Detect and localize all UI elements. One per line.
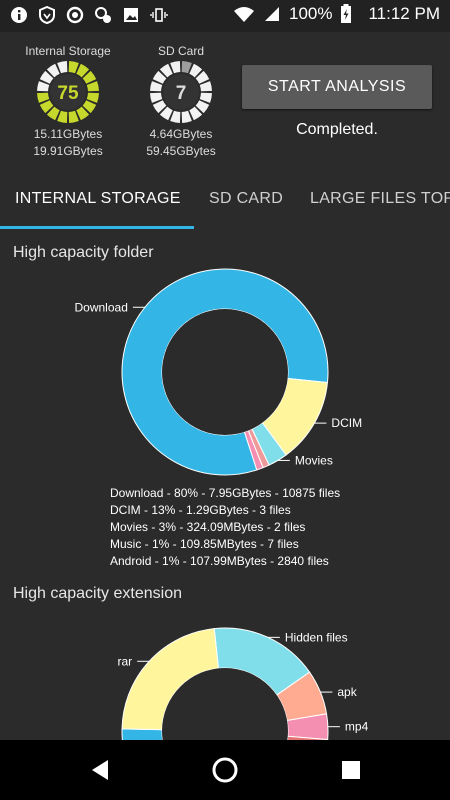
info-icon: [11, 7, 27, 23]
sd-gauge-segment: [181, 110, 192, 123]
active-tab-indicator: [0, 226, 194, 229]
internal-storage-title: Internal Storage: [25, 44, 111, 58]
legend-item: Movies - 3% - 324.09MBytes - 2 files: [110, 520, 306, 534]
clock: 11:12 PM: [368, 4, 440, 23]
internal-total: 19.91GBytes: [33, 144, 103, 158]
extension-chart-slice-label: rar: [118, 654, 133, 668]
sd-used: 4.64GBytes: [149, 127, 213, 141]
home-icon[interactable]: [211, 756, 239, 784]
extension-chart-slice-label: apk: [337, 685, 357, 699]
sd-gauge-value: 7: [176, 83, 187, 104]
image-icon: [124, 8, 138, 22]
battery-percent: 100%: [289, 4, 333, 23]
shield-icon: [39, 6, 55, 24]
battery-charging-icon: [341, 4, 352, 23]
tab-large-files-top[interactable]: LARGE FILES TOP: [310, 175, 450, 225]
sd-gauge-segment: [150, 81, 163, 92]
internal-gauge-segment: [57, 110, 68, 123]
notification-icons: [10, 6, 168, 24]
status-bar: 100% 11:12 PM: [0, 0, 450, 32]
sd-gauge-segment: [199, 81, 212, 92]
internal-gauge-segment: [68, 110, 79, 123]
signal-icon: [265, 7, 279, 21]
internal-storage-meter: Internal Storage 75 15.11GBytes 19.91GBy…: [20, 44, 116, 160]
legend-item: Download - 80% - 7.95GBytes - 10875 file…: [110, 486, 341, 500]
folder-section-title: High capacity folder: [13, 244, 154, 261]
legend-item: Music - 1% - 109.85MBytes - 7 files: [110, 537, 299, 551]
sd-gauge-segment: [150, 92, 163, 103]
sd-gauge-segment: [170, 61, 181, 74]
internal-gauge-segment: [86, 92, 99, 103]
folder-chart-slice-label: DCIM: [331, 416, 362, 430]
settings-cog-icon: [95, 7, 111, 23]
back-icon[interactable]: [88, 758, 112, 782]
sd-gauge-segment: [170, 110, 181, 123]
extension-donut-chart: Hidden filesapkmp4Othersrar: [118, 627, 369, 740]
internal-used: 15.11GBytes: [33, 127, 103, 141]
tab-sd-card[interactable]: SD CARD: [209, 175, 283, 225]
start-analysis-button[interactable]: START ANALYSIS: [242, 65, 432, 109]
extension-chart-slice-label: mp4: [345, 720, 369, 734]
internal-gauge-segment: [86, 81, 99, 92]
sd-card-meter: SD Card 7 4.64GBytes 59.45GBytes: [138, 44, 224, 160]
circle-icon: [66, 6, 84, 24]
internal-gauge-segment: [68, 61, 79, 74]
internal-gauge-segment: [57, 61, 68, 74]
folder-legend: Download - 80% - 7.95GBytes - 10875 file…: [110, 485, 340, 570]
legend-item: DCIM - 13% - 1.29GBytes - 3 files: [110, 503, 291, 517]
folder-chart-slice-label: Download: [75, 300, 128, 314]
wifi-icon: [234, 7, 254, 22]
system-status: 100% 11:12 PM: [233, 4, 440, 24]
internal-gauge-value: 75: [57, 83, 79, 104]
folder-chart-center-hole: [162, 309, 288, 435]
folder-donut-chart: Download DCIM Movies: [75, 268, 362, 476]
sd-card-gauge: 7: [150, 61, 212, 123]
folder-chart-slice-label: Movies: [295, 453, 333, 467]
tab-internal-storage[interactable]: INTERNAL STORAGE: [15, 175, 181, 225]
sd-gauge-segment: [181, 61, 192, 74]
extension-section-title: High capacity extension: [13, 585, 182, 602]
internal-gauge-segment: [37, 92, 50, 103]
internal-gauge-segment: [37, 81, 50, 92]
recents-icon[interactable]: [340, 759, 362, 781]
vibrate-icon: [150, 8, 168, 22]
internal-storage-gauge: 75: [37, 61, 99, 123]
analysis-status: Completed.: [296, 121, 378, 138]
legend-item: Android - 1% - 107.99MBytes - 2840 files: [110, 554, 329, 568]
sd-card-title: SD Card: [157, 44, 204, 58]
tab-bar: INTERNAL STORAGE SD CARD LARGE FILES TOP: [0, 175, 450, 229]
sd-total: 59.45GBytes: [146, 144, 216, 158]
sd-gauge-segment: [199, 92, 212, 103]
extension-chart-slice-label: Hidden files: [285, 630, 348, 644]
navigation-bar: [0, 740, 450, 800]
